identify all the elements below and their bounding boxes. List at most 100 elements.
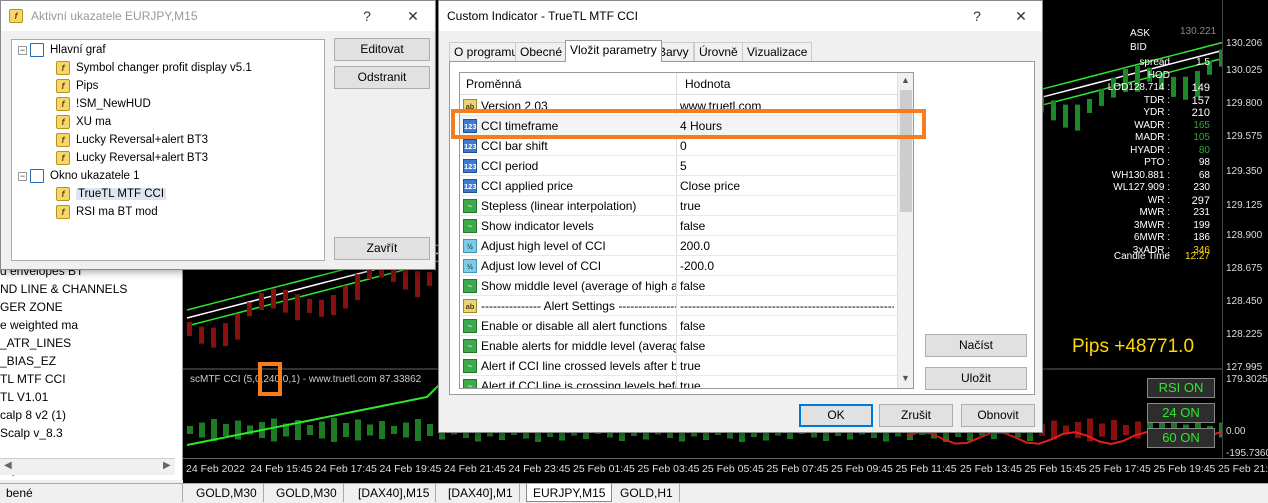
active-indicators-dialog: f Aktivní ukazatele EURJPY,M15 ? ✕ − Hlav…	[0, 0, 436, 270]
reset-button[interactable]: Obnovit	[961, 404, 1035, 427]
parameter-row[interactable]: ~ Stepless (linear interpolation) true	[460, 196, 898, 216]
parameter-row[interactable]: 123 CCI applied price Close price	[460, 176, 898, 196]
num-type-icon: 123	[463, 139, 477, 153]
tab-levels[interactable]: Úrovně	[694, 42, 743, 61]
rsi-on-button[interactable]: RSI ON	[1147, 378, 1215, 398]
tree-item[interactable]: f XU ma	[56, 115, 111, 129]
num-type-icon: 123	[463, 179, 477, 193]
parameter-row[interactable]: ½ Adjust high level of CCI 200.0	[460, 236, 898, 256]
chart-tab[interactable]: [DAX40],M15	[352, 484, 437, 502]
scroll-up-icon[interactable]: ▲	[901, 75, 910, 85]
tree-item[interactable]: f RSI ma BT mod	[56, 205, 158, 219]
parameter-value[interactable]: true	[680, 359, 894, 373]
24-on-button[interactable]: 24 ON	[1147, 403, 1215, 423]
navigator-item[interactable]: e weighted ma	[0, 318, 78, 332]
hud-value: 230	[1193, 182, 1210, 193]
collapse-icon[interactable]: −	[18, 171, 27, 181]
parameter-row[interactable]: ~ Enable alerts for middle level (average…	[460, 336, 898, 356]
hud-key: WL127.909 :	[1113, 182, 1170, 193]
60-on-button[interactable]: 60 ON	[1147, 428, 1215, 448]
tree-item[interactable]: f Symbol changer profit display v5.1	[56, 61, 252, 75]
hud-key: 3MWR :	[1133, 219, 1170, 231]
load-button[interactable]: Načíst	[925, 334, 1027, 357]
navigator-item[interactable]: calp 8 v2 (1)	[0, 408, 66, 422]
navigator-scrollbar[interactable]: ◀ ▶	[0, 458, 175, 475]
close-button[interactable]: ✕	[1007, 5, 1035, 27]
parameter-row[interactable]: ~ Show middle level (average of high an..…	[460, 276, 898, 296]
chart-tab[interactable]: GOLD,M30	[190, 484, 264, 502]
navigator-item[interactable]: TL V1.01	[0, 390, 48, 404]
candle	[223, 323, 228, 347]
navigator-item[interactable]: GER ZONE	[0, 300, 63, 314]
navigator-item[interactable]: Scalp v_8.3	[0, 426, 63, 440]
navigator-item[interactable]: _BIAS_EZ	[0, 354, 56, 368]
tab-visualization[interactable]: Vizualizace	[742, 42, 813, 61]
titlebar[interactable]: f Aktivní ukazatele EURJPY,M15 ? ✕	[1, 1, 435, 31]
custom-indicator-dialog: Custom Indicator - TrueTL MTF CCI ? ✕ O …	[438, 0, 1043, 433]
edit-button[interactable]: Editovat	[334, 38, 430, 61]
collapse-icon[interactable]: −	[18, 45, 27, 55]
close-dialog-button[interactable]: Zavřít	[334, 237, 430, 260]
time-tick: 24 Feb 23:45	[508, 463, 571, 475]
parameter-value[interactable]: false	[680, 319, 894, 333]
tree-item[interactable]: f Pips	[56, 79, 98, 93]
tab-about[interactable]: O programu	[449, 42, 524, 61]
help-button[interactable]: ?	[353, 5, 381, 27]
chart-tab[interactable]: EURJPY,M15	[526, 484, 613, 502]
tree-item[interactable]: − Hlavní graf	[18, 43, 106, 57]
hud-row: YDR : 210	[1100, 107, 1210, 119]
navigator-item[interactable]: _ATR_LINES	[0, 336, 71, 350]
parameter-row[interactable]: ~ Alert if CCI line is crossing levels be…	[460, 376, 898, 388]
tab-inputs[interactable]: Vložit parametry	[565, 40, 662, 62]
parameter-row[interactable]: 123 CCI bar shift 0	[460, 136, 898, 156]
cancel-button[interactable]: Zrušit	[879, 404, 953, 427]
navigator-item[interactable]: ND LINE & CHANNELS	[0, 282, 127, 296]
parameter-row[interactable]: ab --------------- Alert Settings -------…	[460, 296, 898, 316]
tree-item[interactable]: f Lucky Reversal+alert BT3	[56, 133, 208, 147]
parameter-value[interactable]: 200.0	[680, 239, 894, 253]
histogram-bar	[367, 424, 373, 436]
tree-item[interactable]: f Lucky Reversal+alert BT3	[56, 151, 208, 165]
tree-item[interactable]: f !SM_NewHUD	[56, 97, 151, 111]
navigator-panel: d envelopes BT ND LINE & CHANNELS GER ZONE…	[0, 260, 183, 480]
parameter-row[interactable]: 123 CCI period 5	[460, 156, 898, 176]
parameter-value[interactable]: -200.0	[680, 259, 894, 273]
help-button[interactable]: ?	[963, 5, 991, 27]
hud-row: HYADR : 80	[1100, 145, 1210, 156]
chart-tab[interactable]: GOLD,H1	[614, 484, 680, 502]
save-button[interactable]: Uložit	[925, 367, 1027, 390]
parameter-value[interactable]: 0	[680, 139, 894, 153]
parameter-row[interactable]: ~ Alert if CCI line crossed levels after …	[460, 356, 898, 376]
tree-item-label: RSI ma BT mod	[76, 206, 158, 218]
parameter-value[interactable]: 5	[680, 159, 894, 173]
chart-tab[interactable]: [DAX40],M1	[442, 484, 520, 502]
scroll-down-icon[interactable]: ▼	[901, 373, 910, 383]
hud-key: LOD128.714 :	[1107, 82, 1170, 93]
tab-general[interactable]: Obecné	[515, 42, 568, 61]
parameter-value[interactable]: true	[680, 379, 894, 388]
parameter-value[interactable]: false	[680, 219, 894, 233]
parameter-value[interactable]: Close price	[680, 179, 894, 193]
parameter-value[interactable]: false	[680, 339, 894, 353]
parameter-row[interactable]: ~ Enable or disable all alert functions fa…	[460, 316, 898, 336]
candle	[199, 326, 204, 344]
tree-item[interactable]: − Okno ukazatele 1	[18, 169, 140, 183]
candle	[1051, 100, 1056, 121]
parameter-row[interactable]: ~ Show indicator levels false	[460, 216, 898, 236]
titlebar[interactable]: Custom Indicator - TrueTL MTF CCI ? ✕	[439, 1, 1042, 31]
parameter-value[interactable]: ----------------------------------------…	[680, 299, 894, 313]
dbl-type-icon: ½	[463, 259, 477, 273]
remove-button[interactable]: Odstranit	[334, 66, 430, 89]
hud-value: 297	[1191, 194, 1210, 207]
close-button[interactable]: ✕	[399, 5, 427, 27]
tree-item[interactable]: f TrueTL MTF CCI	[56, 187, 167, 201]
parameter-row[interactable]: ½ Adjust low level of CCI -200.0	[460, 256, 898, 276]
parameter-value[interactable]: true	[680, 199, 894, 213]
ok-button[interactable]: OK	[799, 404, 873, 427]
chart-tab[interactable]: GOLD,M30	[270, 484, 344, 502]
navigator-item[interactable]: TL MTF CCI	[0, 372, 66, 386]
time-tick: 25 Feb 21:45	[1218, 463, 1268, 475]
parameter-value[interactable]: false	[680, 279, 894, 293]
histogram-bar	[235, 420, 241, 440]
indicator-tree[interactable]: − Hlavní graf f Symbol changer profit displ…	[11, 39, 325, 261]
